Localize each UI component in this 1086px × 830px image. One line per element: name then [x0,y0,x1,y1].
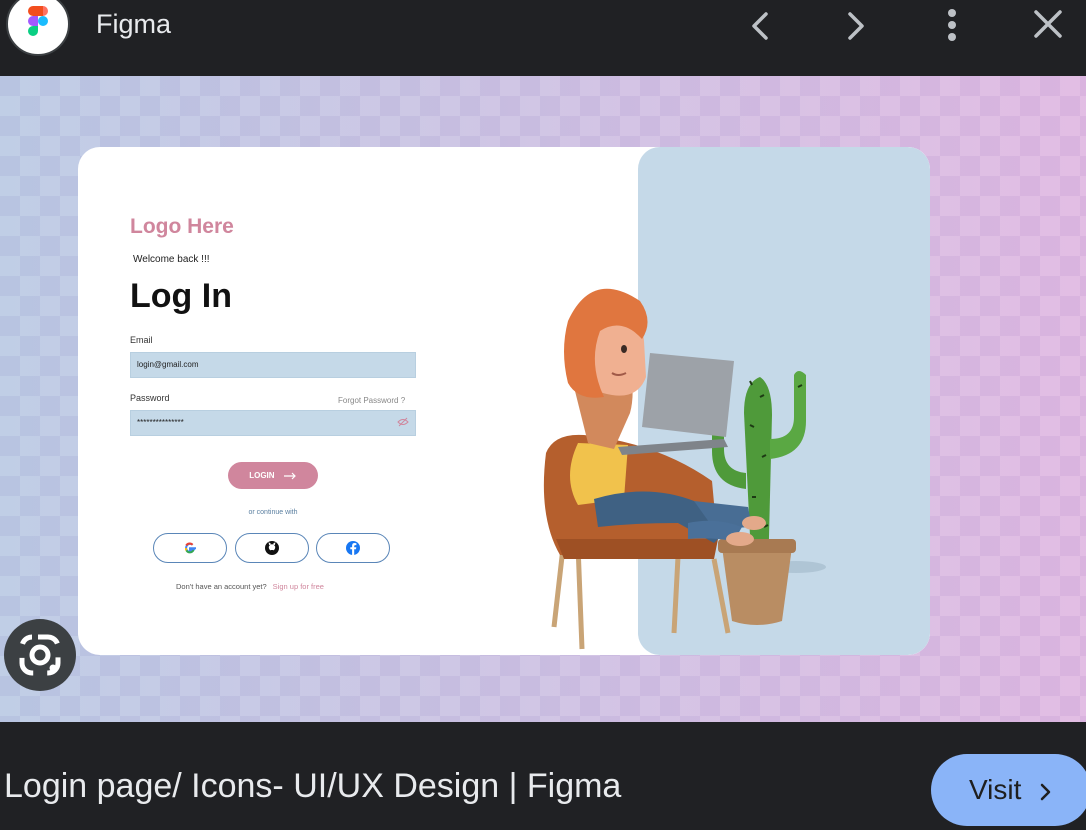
forgot-password-link: Forgot Password ? [338,396,406,405]
image-viewer-topbar: Figma [0,0,1086,76]
login-button: LOGIN [228,462,318,489]
figma-logo-icon[interactable] [6,0,70,56]
login-design-card: Logo Here Welcome back !!! Log In Email … [78,147,930,655]
visit-button[interactable]: Visit [931,754,1086,826]
google-icon [153,533,227,563]
chevron-left-icon[interactable] [738,4,782,48]
illustration-girl-with-laptop-and-cactus [543,288,826,650]
signup-link: Sign up for free [272,582,324,591]
password-field: *************** [130,410,416,436]
password-value: *************** [137,418,184,427]
github-icon [235,533,309,563]
arrow-right-icon [283,472,296,480]
facebook-icon [316,533,390,563]
welcome-text: Welcome back !!! [133,254,210,265]
signup-prompt: Don't have an account yet? Sign up for fr… [176,582,324,591]
app-title: Figma [96,9,172,39]
chevron-right-icon [1040,783,1051,800]
email-field: login@gmail.com [130,352,416,378]
more-vert-icon[interactable] [930,4,974,48]
continue-with-text: or continue with [248,509,298,516]
login-button-label: LOGIN [249,471,275,480]
visit-button-label: Visit [969,774,1022,805]
login-heading: Log In [130,277,232,315]
close-icon[interactable] [1026,4,1070,48]
eye-off-icon [397,417,409,427]
google-lens-icon[interactable] [4,619,76,691]
email-label: Email [130,335,153,345]
password-label: Password [130,393,170,403]
logo-placeholder: Logo Here [130,215,234,238]
signup-prompt-text: Don't have an account yet? [176,582,267,591]
image-caption[interactable]: Login page/ Icons- UI/UX Design | Figma [4,767,621,806]
preview-image[interactable]: Logo Here Welcome back !!! Log In Email … [0,76,1086,722]
chevron-right-icon[interactable] [834,4,878,48]
